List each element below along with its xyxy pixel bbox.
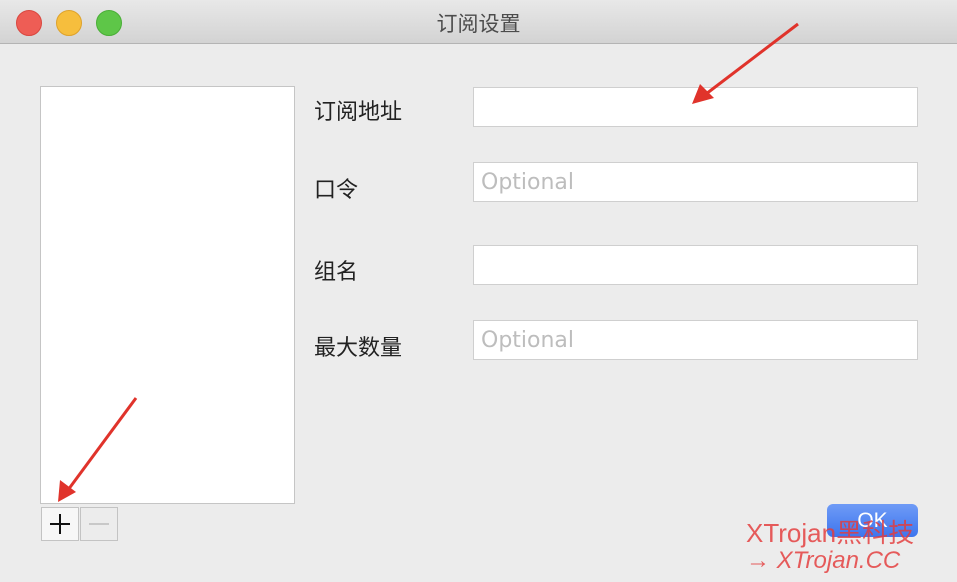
password-label: 口令 — [314, 178, 359, 203]
subscription-url-label: 订阅地址 — [314, 100, 403, 125]
max-count-label: 最大数量 — [314, 336, 403, 361]
subscription-list[interactable] — [40, 86, 295, 504]
subscription-url-input[interactable] — [473, 87, 918, 127]
group-name-input[interactable] — [473, 245, 918, 285]
watermark-text: XTrojan黑科技 — [746, 518, 915, 548]
title-bar: 订阅设置 — [0, 0, 957, 44]
group-name-label: 组名 — [314, 260, 359, 285]
max-count-input[interactable] — [473, 320, 918, 360]
window-title: 订阅设置 — [436, 12, 521, 36]
plus-icon — [50, 514, 70, 534]
add-subscription-button[interactable] — [41, 507, 79, 541]
watermark-url: → XTrojan.CC — [746, 547, 901, 574]
password-input[interactable] — [473, 162, 918, 202]
minus-icon — [89, 523, 109, 525]
remove-subscription-button[interactable] — [80, 507, 118, 541]
